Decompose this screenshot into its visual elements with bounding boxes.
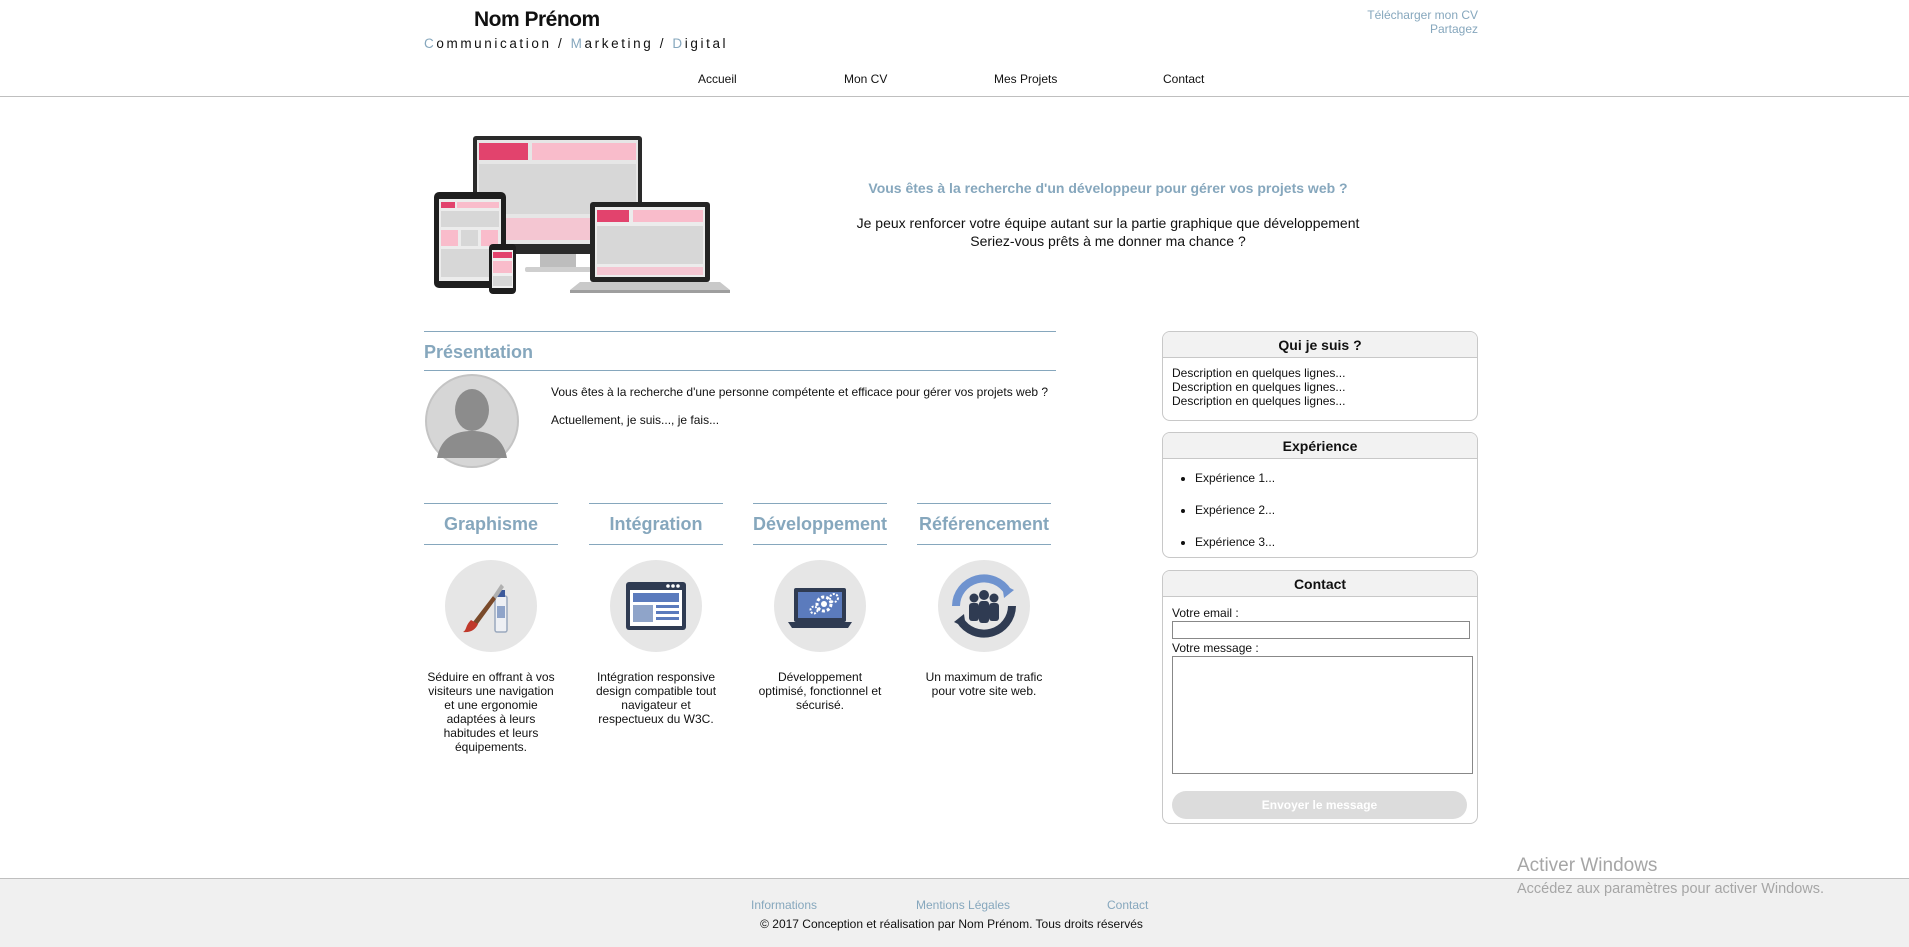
contact-card-title: Contact: [1163, 571, 1477, 597]
service-description: Développement optimisé, fonctionnel et s…: [758, 670, 882, 712]
footer-link-informations[interactable]: Informations: [751, 898, 817, 912]
presentation-top-rule: [424, 331, 1056, 332]
hero-line-1: Je peux renforcer votre équipe autant su…: [856, 215, 1360, 231]
browser-window-icon: [610, 560, 702, 652]
site-tagline: Communication / Marketing / Digital: [424, 36, 728, 51]
service-description: Un maximum de trafic pour votre site web…: [925, 670, 1043, 698]
service-graphisme: Graphisme Séduire en offrant à vos visit…: [424, 503, 558, 754]
tagline-word: igital: [684, 36, 729, 51]
hero-text: Vous êtes à la recherche d'un développeu…: [830, 180, 1386, 250]
tagline-separator: /: [653, 36, 673, 51]
responsive-devices-illustration: [434, 136, 730, 294]
about-line: Description en quelques lignes...: [1172, 366, 1346, 380]
service-referencement: Référencement Un maximum de trafic pour …: [917, 503, 1051, 698]
about-line: Description en quelques lignes...: [1172, 380, 1346, 394]
hero-question: Vous êtes à la recherche d'un développeu…: [868, 180, 1348, 196]
avatar: [425, 374, 519, 468]
message-field[interactable]: [1172, 656, 1473, 774]
message-label: Votre message :: [1172, 641, 1259, 655]
experience-item: Expérience 3...: [1195, 535, 1477, 557]
presentation-paragraph: Vous êtes à la recherche d'une personne …: [551, 385, 1049, 399]
footer-link-contact[interactable]: Contact: [1107, 898, 1148, 912]
site-header: Nom Prénom Communication / Marketing / D…: [0, 0, 1909, 97]
send-message-button[interactable]: Envoyer le message: [1172, 791, 1467, 819]
windows-activation-title: Activer Windows: [1517, 855, 1658, 876]
contact-card: Contact Votre email : Votre message : En…: [1162, 570, 1478, 824]
tagline-word: arketing: [584, 36, 654, 51]
paintbrush-icon: [445, 560, 537, 652]
presentation-text: Vous êtes à la recherche d'une personne …: [551, 385, 1051, 427]
service-developpement: Développement Développement optimisé, fo…: [753, 503, 887, 712]
service-integration: Intégration Intégration responsive desig…: [589, 503, 723, 726]
site-owner-name: Nom Prénom: [474, 8, 600, 31]
service-title: Développement: [753, 503, 887, 545]
email-field[interactable]: [1172, 621, 1470, 639]
service-title: Référencement: [917, 503, 1051, 545]
presentation-paragraph: Actuellement, je suis..., je fais...: [551, 413, 720, 427]
nav-item-mon-cv[interactable]: Mon CV: [844, 72, 887, 86]
tagline-separator: /: [551, 36, 571, 51]
hero-line-2: Seriez-vous prêts à me donner ma chance …: [970, 233, 1246, 249]
nav-item-accueil[interactable]: Accueil: [698, 72, 737, 86]
contact-form: Votre email : Votre message : Envoyer le…: [1163, 597, 1477, 823]
about-card-body: Description en quelques lignes... Descri…: [1163, 358, 1477, 416]
experience-list: Expérience 1... Expérience 2... Expérien…: [1163, 459, 1477, 557]
service-description: Séduire en offrant à vos visiteurs une n…: [427, 670, 555, 754]
tagline-initial: M: [570, 36, 585, 51]
copyright-text: © 2017 Conception et réalisation par Nom…: [760, 917, 1143, 931]
experience-item: Expérience 2...: [1195, 503, 1477, 535]
footer-link-mentions-legales[interactable]: Mentions Légales: [916, 898, 1010, 912]
about-line: Description en quelques lignes...: [1172, 394, 1346, 408]
laptop-gears-icon: [774, 560, 866, 652]
header-links: Télécharger mon CV Partagez: [1367, 8, 1478, 36]
download-cv-link[interactable]: Télécharger mon CV: [1367, 8, 1478, 22]
about-card: Qui je suis ? Description en quelques li…: [1162, 331, 1478, 421]
about-card-title: Qui je suis ?: [1163, 332, 1477, 358]
main-nav: Accueil Mon CV Mes Projets Contact: [0, 72, 1909, 88]
service-title: Intégration: [589, 503, 723, 545]
page: Nom Prénom Communication / Marketing / D…: [0, 0, 1909, 947]
email-label: Votre email :: [1172, 606, 1239, 620]
service-title: Graphisme: [424, 503, 558, 545]
experience-card: Expérience Expérience 1... Expérience 2.…: [1162, 432, 1478, 558]
tagline-initial: C: [424, 36, 437, 51]
share-link[interactable]: Partagez: [1367, 22, 1478, 36]
nav-item-mes-projets[interactable]: Mes Projets: [994, 72, 1057, 86]
tagline-initial: D: [672, 36, 685, 51]
service-description: Intégration responsive design compatible…: [595, 670, 717, 726]
experience-item: Expérience 1...: [1195, 471, 1477, 503]
nav-item-contact[interactable]: Contact: [1163, 72, 1204, 86]
presentation-bottom-rule: [424, 370, 1056, 371]
experience-card-title: Expérience: [1163, 433, 1477, 459]
presentation-title: Présentation: [424, 342, 534, 362]
people-cycle-icon: [938, 560, 1030, 652]
windows-activation-subtitle: Accédez aux paramètres pour activer Wind…: [1517, 881, 1825, 897]
tagline-word: ommunication: [436, 36, 552, 51]
